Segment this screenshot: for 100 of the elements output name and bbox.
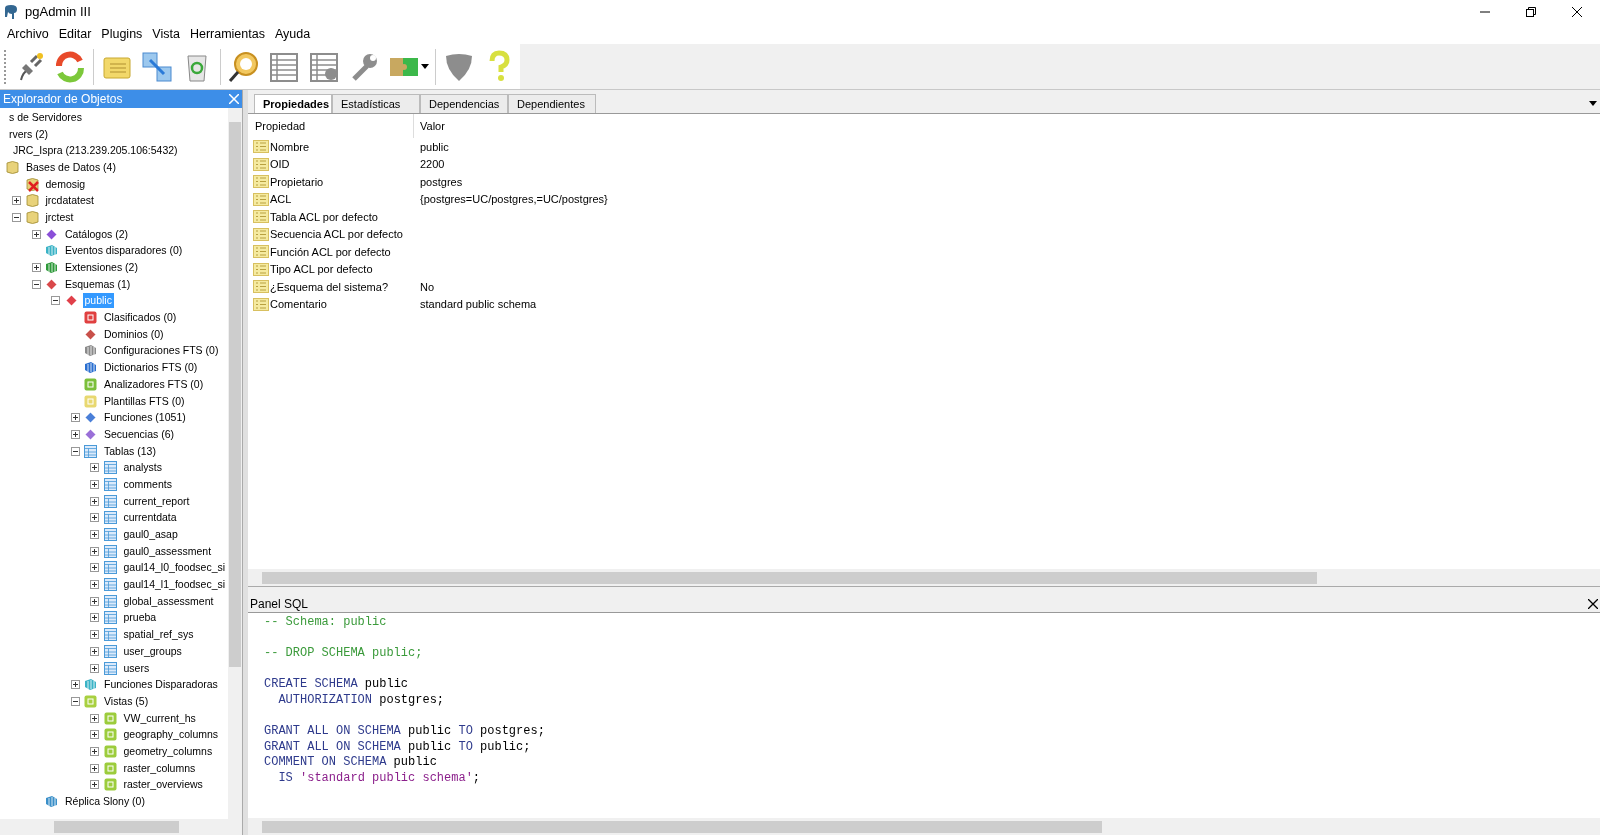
tree-item[interactable]: users — [121, 660, 152, 676]
tab[interactable]: Estadísticas — [332, 94, 420, 113]
dropdown-icon[interactable] — [1589, 101, 1597, 107]
expand-icon[interactable] — [90, 746, 99, 756]
expand-icon[interactable] — [90, 646, 99, 656]
expand-icon[interactable] — [31, 229, 41, 239]
expand-icon[interactable] — [90, 730, 99, 740]
tree-item[interactable]: global_assessment — [121, 593, 216, 609]
tree-item[interactable]: geometry_columns — [121, 743, 215, 759]
expand-icon[interactable] — [90, 630, 99, 640]
close-icon[interactable] — [1588, 598, 1598, 609]
diamond-icon — [44, 226, 59, 242]
collapse-icon[interactable] — [31, 279, 41, 289]
expand-icon[interactable] — [90, 713, 99, 723]
tree-item[interactable]: rvers (2) — [7, 126, 51, 142]
menu-item[interactable]: Plugins — [96, 24, 148, 44]
tree-item[interactable]: currentdata — [121, 510, 179, 526]
tree-item[interactable]: Secuencias (6) — [102, 426, 177, 442]
tree-item[interactable]: s de Servidores — [7, 109, 84, 125]
tree-item[interactable]: Tablas (13) — [102, 443, 158, 459]
tree-item[interactable]: Extensiones (2) — [63, 260, 140, 276]
property-name: ACL — [270, 192, 292, 207]
tree-item[interactable]: Analizadores FTS (0) — [102, 376, 206, 392]
expand-icon[interactable] — [90, 763, 99, 773]
tree-item[interactable]: spatial_ref_sys — [121, 627, 196, 643]
tree-item[interactable]: gaul14_l1_foodsec_si — [121, 577, 228, 593]
tab[interactable]: Dependientes — [508, 94, 596, 113]
tree-item[interactable]: current_report — [121, 493, 192, 509]
tree-item[interactable]: Vistas (5) — [102, 693, 151, 709]
tree-item[interactable]: jrctest — [43, 209, 76, 225]
tree-item[interactable]: gaul0_asap — [121, 527, 180, 543]
tree-item[interactable]: Configuraciones FTS (0) — [102, 343, 221, 359]
tree-item[interactable]: Esquemas (1) — [63, 276, 133, 292]
table-icon — [102, 577, 118, 593]
tree-item[interactable]: Dominios (0) — [102, 326, 166, 342]
horizontal-scrollbar[interactable] — [248, 818, 1600, 835]
tree-item[interactable]: VW_current_hs — [121, 710, 198, 726]
tree-item[interactable]: Funciones (1051) — [102, 410, 188, 426]
tree-item[interactable]: Funciones Disparadoras — [102, 677, 220, 693]
tree-item[interactable]: analysts — [121, 460, 165, 476]
vertical-scrollbar[interactable] — [228, 108, 242, 819]
tree-item[interactable]: Clasificados (0) — [102, 310, 179, 326]
collapse-icon[interactable] — [70, 696, 80, 706]
square-icon — [102, 710, 118, 726]
expand-icon[interactable] — [90, 596, 99, 606]
menu-item[interactable]: Herramientas — [184, 24, 270, 44]
expand-icon[interactable] — [90, 563, 99, 573]
refresh-icon[interactable] — [53, 49, 87, 84]
expand-icon[interactable] — [12, 196, 21, 206]
collapse-icon[interactable] — [70, 446, 80, 456]
tree-item[interactable]: Bases de Datos (4) — [24, 159, 118, 175]
tree-item[interactable]: Réplica Slony (0) — [63, 794, 147, 810]
expand-icon[interactable] — [90, 496, 99, 506]
menu-item[interactable]: Ayuda — [269, 24, 316, 44]
collapse-icon[interactable] — [12, 212, 21, 222]
menu-item[interactable]: Editar — [53, 24, 97, 44]
expand-icon[interactable] — [90, 580, 99, 590]
collapse-icon[interactable] — [51, 296, 60, 306]
square-icon — [83, 693, 98, 709]
expand-icon[interactable] — [70, 429, 80, 439]
tree-item[interactable]: prueba — [121, 610, 159, 626]
expand-icon[interactable] — [70, 413, 80, 423]
tree-item[interactable]: raster_overviews — [121, 777, 205, 793]
tree-item[interactable]: raster_columns — [121, 760, 198, 776]
expand-icon[interactable] — [90, 479, 99, 489]
column-header[interactable]: Propiedad — [248, 114, 414, 138]
column-header[interactable]: Valor — [414, 117, 445, 135]
expand-icon[interactable] — [90, 663, 99, 673]
expand-icon[interactable] — [90, 530, 99, 540]
close-icon[interactable] — [1572, 7, 1582, 17]
expand-icon[interactable] — [70, 680, 80, 690]
tab[interactable]: Propiedades — [254, 94, 332, 113]
tree-item[interactable]: Eventos disparadores (0) — [63, 243, 185, 259]
menu-item[interactable]: Vista — [147, 24, 185, 44]
table-icon — [102, 643, 118, 659]
magnifier-icon[interactable] — [227, 49, 261, 84]
menu-item[interactable]: Archivo — [2, 24, 54, 44]
tab[interactable]: Dependencias — [420, 94, 508, 113]
caret-icon[interactable] — [421, 63, 429, 70]
tree-item[interactable]: gaul14_l0_foodsec_si — [121, 560, 228, 576]
expand-icon[interactable] — [90, 780, 99, 790]
tree-item[interactable]: JRC_Ispra (213.239.205.106:5432) — [11, 143, 180, 159]
move-icon[interactable] — [140, 49, 174, 84]
horizontal-scrollbar[interactable] — [248, 569, 1600, 586]
expand-icon[interactable] — [90, 463, 99, 473]
tree-item[interactable]: gaul0_assessment — [121, 543, 214, 559]
tree-item[interactable]: Catálogos (2) — [63, 226, 131, 242]
expand-icon[interactable] — [31, 263, 41, 273]
expand-icon[interactable] — [90, 513, 99, 523]
restore-icon[interactable] — [1526, 7, 1536, 17]
tree-item[interactable]: Plantillas FTS (0) — [102, 393, 187, 409]
tree-item[interactable]: Dictionarios FTS (0) — [102, 360, 200, 376]
tree-item[interactable]: demosig — [43, 176, 88, 192]
expand-icon[interactable] — [90, 546, 99, 556]
tree-item[interactable]: comments — [121, 476, 174, 492]
tree-item[interactable]: jrcdatatest — [43, 193, 96, 209]
tree-item[interactable]: user_groups — [121, 643, 184, 659]
horizontal-scrollbar[interactable] — [0, 819, 242, 835]
expand-icon[interactable] — [90, 613, 99, 623]
tree-item[interactable]: geography_columns — [121, 727, 221, 743]
